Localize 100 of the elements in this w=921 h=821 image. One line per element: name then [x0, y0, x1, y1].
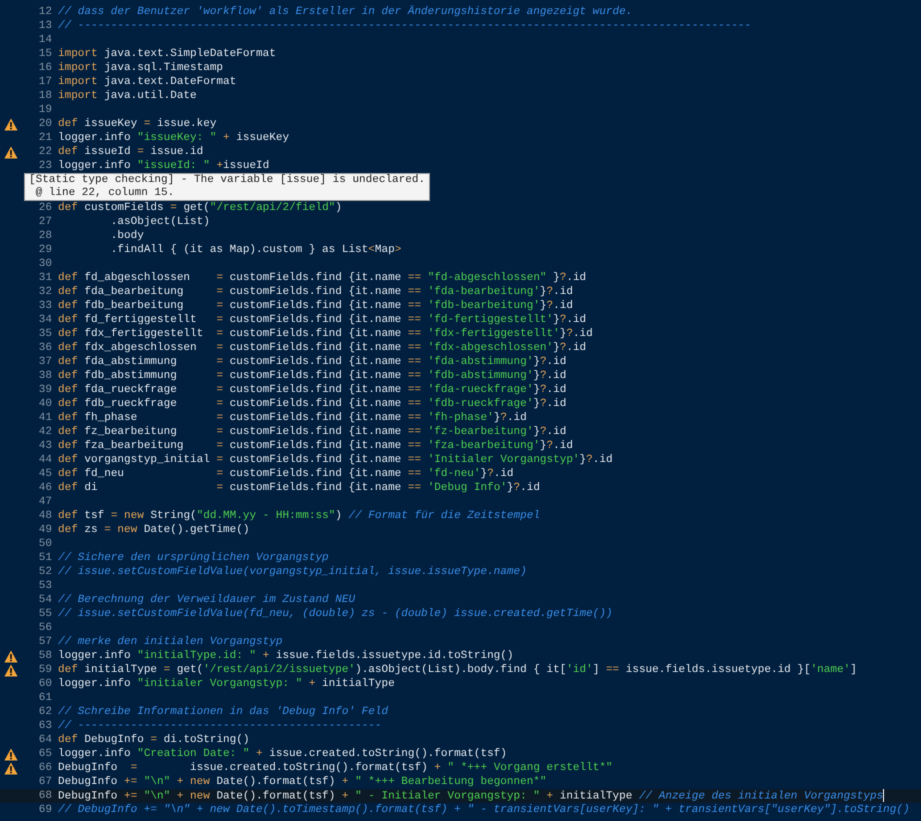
line-number: 43 [38, 440, 52, 452]
code-line: def tsf = new String("dd.MM.yy - HH:mm:ss") // Format für die Zeitstempel [58, 510, 540, 522]
code-line: logger.info "initialer Vorgangstyp: " + initialType [58, 678, 395, 690]
code-line: import java.text.DateFormat [58, 76, 236, 88]
code-line: def fh_phase = customFields.find {it.name == 'fh-phase'}?.id [58, 412, 527, 424]
code-line: def fdb_rueckfrage = customFields.find {it.name == 'fdb-rueckfrage'}?.id [58, 398, 566, 410]
code-line: // DebugInfo += "\n" + new Date().toTimestamp().format(tsf) + " - transientVars[userKey]: " + transientVars["userKey"].toString() [58, 804, 910, 816]
code-line: // Schreibe Informationen in das 'Debug Info' Feld [58, 706, 388, 718]
line-number: 39 [38, 384, 52, 396]
line-number: 64 [38, 734, 52, 746]
code-line: def vorgangstyp_initial = customFields.find {it.name == 'Initialer Vorgangstyp'}?.id [58, 454, 613, 466]
line-number: 36 [38, 342, 52, 354]
line-number: 68 [38, 790, 52, 802]
line-number: 22 [38, 146, 52, 158]
line-number: 57 [38, 636, 52, 648]
code-line: def DebugInfo = di.toString() [58, 734, 250, 746]
line-number: 14 [38, 34, 52, 46]
line-number: 58 [38, 650, 52, 662]
code-line: def zs = new Date().getTime() [58, 524, 250, 536]
line-number: 37 [38, 356, 52, 368]
line-number: 47 [38, 496, 52, 508]
code-line: import java.sql.Timestamp [58, 62, 224, 74]
code-line: def fza_bearbeitung = customFields.find {it.name == 'fza-bearbeitung'}?.id [58, 440, 573, 452]
line-number: 27 [38, 216, 52, 228]
line-number: 34 [38, 314, 52, 326]
line-number: 67 [38, 776, 52, 788]
code-line: // ---------------------------------------------- [58, 720, 382, 732]
code-line: def fz_bearbeitung = customFields.find {it.name == 'fz-bearbeitung'}?.id [58, 426, 566, 438]
line-number: 65 [38, 748, 52, 760]
code-line: import java.util.Date [58, 90, 197, 102]
code-line: def fda_abstimmung = customFields.find {it.name == 'fda-abstimmung'}?.id [58, 356, 566, 368]
line-number: 38 [38, 370, 52, 382]
line-number: 48 [38, 510, 52, 522]
line-number: 51 [38, 552, 52, 564]
line-number: 30 [38, 258, 52, 270]
code-line: import java.text.SimpleDateFormat [58, 48, 276, 60]
line-number: 66 [38, 762, 52, 774]
line-number: 31 [38, 272, 52, 284]
line-number: 28 [38, 230, 52, 242]
line-number: 29 [38, 244, 52, 256]
line-number: 45 [38, 468, 52, 480]
line-number: 50 [38, 538, 52, 550]
code-line: DebugInfo = issue.created.toString().format(tsf) + " *+++ Vorgang erstellt*" [58, 762, 613, 774]
line-number: 20 [38, 118, 52, 130]
code-line: def fdb_bearbeitung = customFields.find {it.name == 'fdb-bearbeitung'}?.id [58, 300, 573, 312]
code-line: DebugInfo += "\n" + new Date().format(tsf) + " *+++ Bearbeitung begonnen*" [58, 776, 547, 788]
code-line: def initialType = get('/rest/api/2/issuetype').asObject(List).body.find { it['id'] == issue.fields.issuetype.id }['name'] [58, 664, 857, 676]
line-number: 46 [38, 482, 52, 494]
line-number: 18 [38, 90, 52, 102]
code-line: // issue.setCustomFieldValue(vorgangstyp_initial, issue.issueType.name) [58, 566, 527, 578]
line-number: 40 [38, 398, 52, 410]
line-number: 16 [38, 62, 52, 74]
code-line: logger.info "Creation Date: " + issue.created.toString().format(tsf) [58, 748, 507, 760]
line-number: 44 [38, 454, 52, 466]
line-number: 21 [38, 132, 52, 144]
line-number: 13 [38, 20, 52, 32]
code-line: def fdb_abstimmung = customFields.find {it.name == 'fdb-abstimmung'}?.id [58, 370, 566, 382]
line-number: 23 [38, 160, 52, 172]
line-number: 33 [38, 300, 52, 312]
code-line: logger.info "initialType.id: " + issue.fields.issuetype.id.toString() [58, 650, 514, 662]
line-number: 15 [38, 48, 52, 60]
line-number: 69 [38, 804, 52, 816]
code-line: def fd_fertiggestellt = customFields.find {it.name == 'fd-fertiggestellt'}?.id [58, 314, 586, 326]
line-number: 56 [38, 622, 52, 634]
line-number: 32 [38, 286, 52, 298]
code-line: .asObject(List) [110, 216, 210, 228]
line-number: 60 [38, 678, 52, 690]
code-line: def issueId = issue.id [58, 146, 204, 158]
code-line: def fd_abgeschlossen = customFields.find {it.name == "fd-abgeschlossen" }?.id [58, 272, 586, 284]
code-line: .findAll { (it as Map).custom } as List<Map> [110, 244, 402, 256]
code-line: def fd_neu = customFields.find {it.name == 'fd-neu'}?.id [58, 468, 514, 480]
line-number: 41 [38, 412, 52, 424]
code-line: // issue.setCustomFieldValue(fd_neu, (double) zs - (double) issue.created.getTime()) [58, 608, 612, 620]
tooltip-text: [Static type checking] - The variable [issue] is undeclared. [29, 174, 426, 187]
code-line: DebugInfo += "\n" + new Date().format(tsf) + " - Initialer Vorgangstyp: " + initialType // Anzeige des initialen Vorgangstyps [58, 790, 884, 802]
code-line: logger.info "issueId: " +issueId [58, 160, 270, 172]
code-line: // dass der Benutzer 'workflow' als Ersteller in der Änderungshistorie angezeigt wurde. [58, 6, 632, 18]
code-line: def fda_rueckfrage = customFields.find {it.name == 'fda-rueckfrage'}?.id [58, 384, 566, 396]
line-number: 17 [38, 76, 52, 88]
line-number: 53 [38, 580, 52, 592]
line-number: 35 [38, 328, 52, 340]
line-number: 62 [38, 706, 52, 718]
line-number: 59 [38, 664, 52, 676]
line-number: 49 [38, 524, 52, 536]
line-number: 52 [38, 566, 52, 578]
line-number: 42 [38, 426, 52, 438]
line-number: 61 [38, 692, 52, 704]
code-line: def di = customFields.find {it.name == 'Debug Info'}?.id [58, 482, 540, 494]
line-number: 54 [38, 594, 52, 606]
code-line: // merke den initialen Vorgangstyp [58, 636, 282, 648]
code-line: // Berechnung der Verweildauer im Zustand NEU [58, 594, 356, 606]
line-number: 26 [38, 202, 52, 214]
code-line: def fdx_abgeschlossen = customFields.find {it.name == 'fdx-abgeschlossen'}?.id [58, 342, 586, 354]
code-line: def fdx_fertiggestellt = customFields.find {it.name == 'fdx-fertiggestellt'}?.id [58, 328, 593, 340]
code-line: def issueKey = issue.key [58, 118, 216, 130]
line-number: 63 [38, 720, 52, 732]
code-line: // Sichere den ursprünglichen Vorgangstyp [58, 552, 329, 564]
code-line: // ------------------------------------------------------------------------------------------------------ [58, 20, 752, 32]
code-line: .body [110, 230, 144, 242]
line-number: 12 [38, 6, 52, 18]
